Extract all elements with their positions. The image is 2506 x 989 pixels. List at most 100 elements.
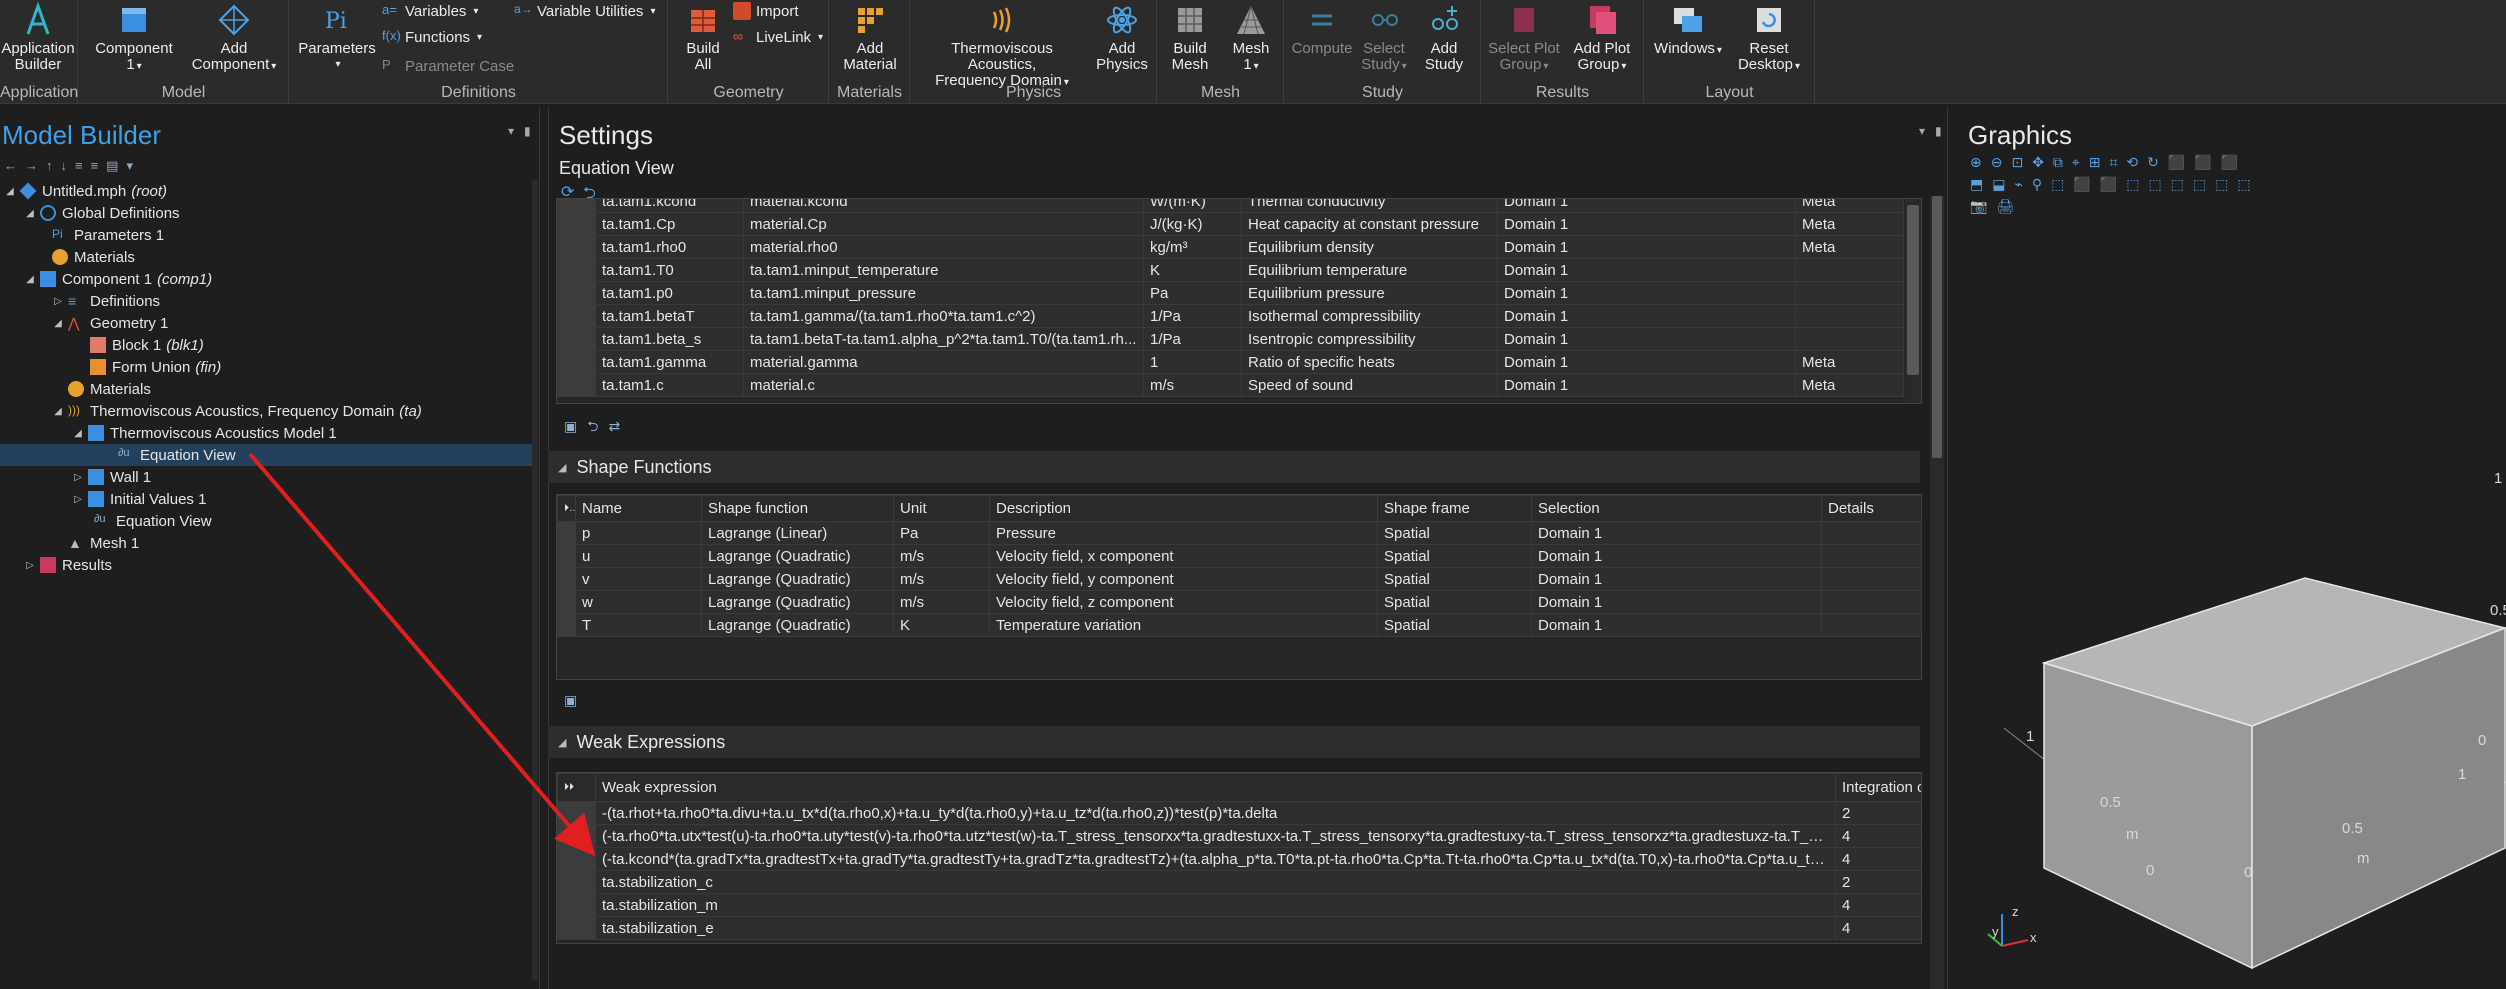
table-cell[interactable]: Equilibrium pressure: [1241, 281, 1498, 305]
add-plot-group-button[interactable]: Add Plot Group ▾: [1564, 2, 1640, 75]
table-cell[interactable]: Domain 1: [1531, 613, 1822, 637]
table-cell[interactable]: material.gamma: [743, 350, 1144, 374]
table-cell[interactable]: (-ta.kcond*(ta.gradTx*ta.gradtestTx+ta.g…: [595, 847, 1836, 871]
tree-node-block-1[interactable]: Block 1 (blk1): [0, 334, 538, 356]
row-header[interactable]: [557, 590, 576, 614]
table-cell[interactable]: 1/Pa: [1143, 304, 1242, 328]
table-cell[interactable]: ta.tam1.p0: [595, 281, 744, 305]
column-header[interactable]: Shape function: [701, 495, 894, 522]
add-study-button[interactable]: Add Study: [1415, 2, 1473, 73]
column-header[interactable]: Integration o: [1835, 773, 1921, 802]
row-header[interactable]: [557, 544, 576, 568]
table-cell[interactable]: ta.tam1.beta_s: [595, 327, 744, 351]
select-study-button[interactable]: Select Study ▾: [1355, 2, 1413, 75]
table-cell[interactable]: m/s: [893, 544, 990, 568]
row-header[interactable]: [557, 235, 596, 259]
table-cell[interactable]: Spatial: [1377, 590, 1532, 614]
weak-expression-row[interactable]: (-ta.kcond*(ta.gradTx*ta.gradtestTx+ta.g…: [557, 847, 1921, 871]
table-cell[interactable]: Lagrange (Quadratic): [701, 544, 894, 568]
tree-node-materials[interactable]: Materials: [0, 378, 538, 400]
table-cell[interactable]: Domain 1: [1497, 327, 1796, 351]
table-cell[interactable]: Pa: [1143, 281, 1242, 305]
variable-row[interactable]: ta.tam1.Cp material.Cp J/(kg·K) Heat capaci…: [557, 212, 1904, 236]
table-cell[interactable]: ta.stabilization_m: [595, 893, 1836, 917]
row-header[interactable]: [557, 521, 576, 545]
row-header[interactable]: [557, 916, 596, 940]
table-cell[interactable]: Domain 1: [1497, 350, 1796, 374]
table-cell[interactable]: [1795, 281, 1904, 305]
tree-node-thermoviscous-acoustics-model-1[interactable]: ◢ Thermoviscous Acoustics Model 1: [0, 422, 538, 444]
table-cell[interactable]: 4: [1835, 916, 1921, 940]
physics-interface-button[interactable]: Thermoviscous Acoustics, Frequency Domai…: [917, 2, 1087, 91]
table-corner[interactable]: ⏵⏵: [557, 773, 596, 802]
table-cell[interactable]: material.Cp: [743, 212, 1144, 236]
save-table-icon[interactable]: ▣: [564, 692, 577, 709]
shape-function-row[interactable]: w Lagrange (Quadratic) m/s Velocity field, …: [557, 590, 1922, 614]
table-cell[interactable]: ta.tam1.minput_temperature: [743, 258, 1144, 282]
row-header[interactable]: [557, 567, 576, 591]
model-builder-toolbar[interactable]: ←→↑↓≡≡▤▾: [4, 158, 141, 174]
table-cell[interactable]: Lagrange (Quadratic): [701, 590, 894, 614]
table-cell[interactable]: [1821, 590, 1922, 614]
table-cell[interactable]: v: [575, 567, 702, 591]
tree-node-component-1[interactable]: ◢ Component 1 (comp1): [0, 268, 538, 290]
tree-node-equation-view-selected[interactable]: ∂u Equation View: [0, 444, 538, 466]
expand-arrow-icon[interactable]: ▷: [72, 472, 84, 483]
variables-table-toolbar[interactable]: ▣⮌⇄: [564, 416, 630, 440]
settings-scrollbar[interactable]: [1930, 196, 1944, 989]
application-builder-button[interactable]: Application Builder: [1, 2, 75, 73]
table-cell[interactable]: ta.tam1.betaT: [595, 304, 744, 328]
shape-function-row[interactable]: v Lagrange (Quadratic) m/s Velocity field, …: [557, 567, 1922, 591]
collapse-arrow-icon[interactable]: ◢: [24, 274, 36, 285]
row-header[interactable]: [557, 350, 596, 374]
weak-expression-row[interactable]: ta.stabilization_e 4: [557, 916, 1921, 940]
pane-menu-icon[interactable]: ▾: [1919, 124, 1925, 138]
shape-function-row[interactable]: T Lagrange (Quadratic) K Temperature variat…: [557, 613, 1922, 637]
tree-node-global-materials[interactable]: Materials: [0, 246, 538, 268]
table-cell[interactable]: Meta: [1795, 235, 1904, 259]
tree-node-definitions[interactable]: ▷ ≡ Definitions: [0, 290, 538, 312]
row-header[interactable]: [557, 199, 596, 213]
functions-menu[interactable]: f(x) Functions ▾: [382, 28, 482, 46]
compute-button[interactable]: Compute: [1291, 2, 1353, 57]
shape-function-row[interactable]: u Lagrange (Quadratic) m/s Velocity field, …: [557, 544, 1922, 568]
table-cell[interactable]: p: [575, 521, 702, 545]
expand-arrow-icon[interactable]: ▷: [24, 560, 36, 571]
table-cell[interactable]: Spatial: [1377, 613, 1532, 637]
tree-node-wall-1[interactable]: ▷ Wall 1: [0, 466, 538, 488]
collapse-arrow-icon[interactable]: ◢: [52, 318, 64, 329]
column-header[interactable]: Name: [575, 495, 702, 522]
add-physics-button[interactable]: Add Physics: [1091, 2, 1153, 73]
table-cell[interactable]: m/s: [893, 590, 990, 614]
tree-node-initial-values-1[interactable]: ▷ Initial Values 1: [0, 488, 538, 510]
variable-utilities-menu[interactable]: a→ Variable Utilities ▾: [514, 2, 655, 20]
table-cell[interactable]: ta.stabilization_e: [595, 916, 1836, 940]
table-cell[interactable]: Equilibrium temperature: [1241, 258, 1498, 282]
collapse-arrow-icon[interactable]: ◢: [52, 406, 64, 417]
table-cell[interactable]: Equilibrium density: [1241, 235, 1498, 259]
weak-expression-row[interactable]: (-ta.rho0*ta.utx*test(u)-ta.rho0*ta.uty*…: [557, 824, 1921, 848]
table-cell[interactable]: Domain 1: [1497, 258, 1796, 282]
table-cell[interactable]: ta.tam1.Cp: [595, 212, 744, 236]
select-plot-group-button[interactable]: Select Plot Group ▾: [1486, 2, 1562, 75]
collapse-arrow-icon[interactable]: ◢: [4, 186, 16, 197]
reset-desktop-button[interactable]: Reset Desktop ▾: [1729, 2, 1809, 75]
table-cell[interactable]: w: [575, 590, 702, 614]
table-corner[interactable]: ⏵⏵: [557, 495, 576, 522]
table-cell[interactable]: -(ta.rhot+ta.rho0*ta.divu+ta.u_tx*d(ta.r…: [595, 801, 1836, 825]
table-cell[interactable]: Domain 1: [1531, 567, 1822, 591]
column-header[interactable]: Description: [989, 495, 1378, 522]
table-cell[interactable]: (-ta.rho0*ta.utx*test(u)-ta.rho0*ta.uty*…: [595, 824, 1836, 848]
tree-node-geometry-1[interactable]: ◢ ⋀ Geometry 1: [0, 312, 538, 334]
expand-arrow-icon[interactable]: ▷: [52, 296, 64, 307]
table-cell[interactable]: [1821, 613, 1922, 637]
pin-icon[interactable]: ▮: [524, 124, 531, 138]
table-cell[interactable]: Isentropic compressibility: [1241, 327, 1498, 351]
table-cell[interactable]: [1795, 258, 1904, 282]
weak-expressions-section-header[interactable]: ◢ Weak Expressions: [548, 726, 1920, 758]
tree-node-results[interactable]: ▷ Results: [0, 554, 538, 576]
row-header[interactable]: [557, 281, 596, 305]
collapse-section-icon[interactable]: ◢: [558, 736, 566, 749]
tree-node-equation-view[interactable]: ∂u Equation View: [0, 510, 538, 532]
table-cell[interactable]: u: [575, 544, 702, 568]
